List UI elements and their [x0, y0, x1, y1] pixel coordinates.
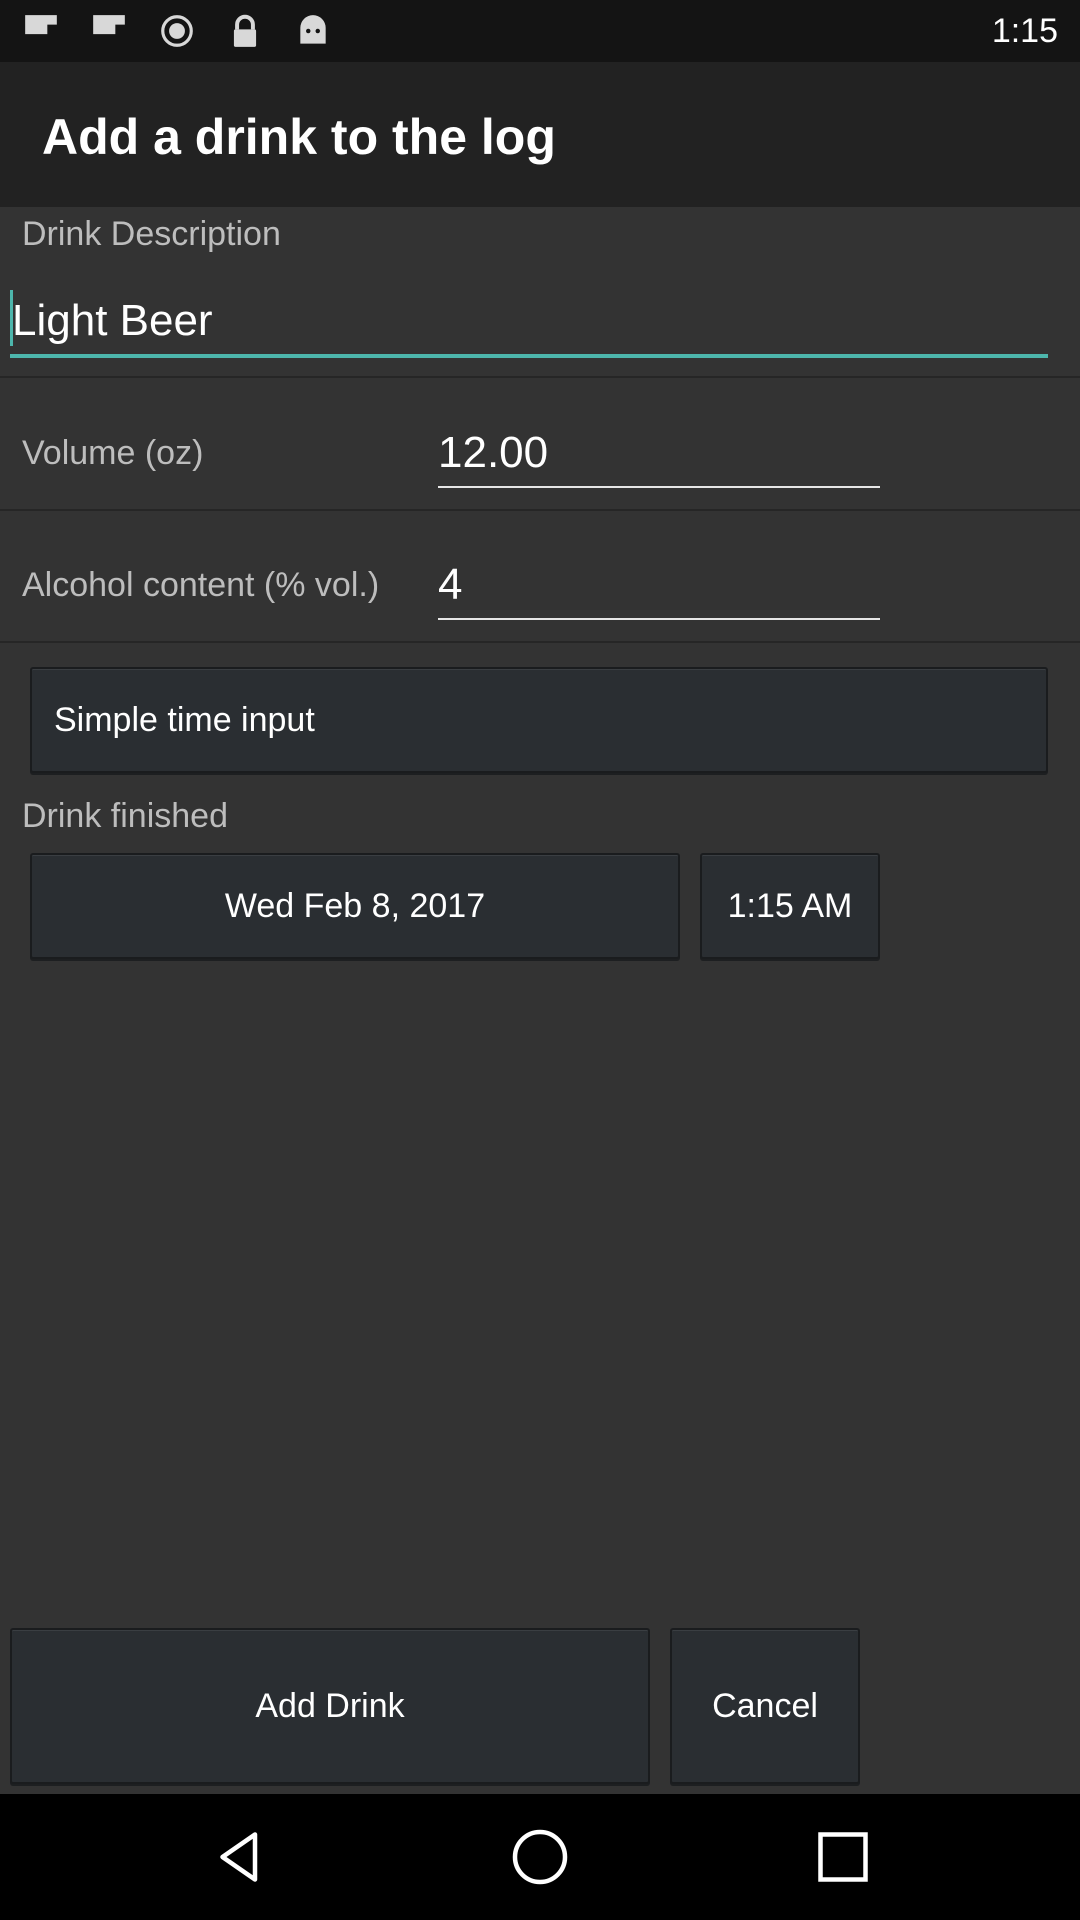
text-cursor: [10, 290, 13, 346]
volume-value: 12.00: [438, 428, 549, 477]
divider: [0, 641, 1080, 643]
alcohol-content-field[interactable]: 4: [438, 552, 880, 622]
app-bar: Add a drink to the log: [0, 62, 1080, 207]
volume-field[interactable]: 12.00: [438, 420, 880, 490]
add-drink-label: Add Drink: [255, 1686, 405, 1725]
simple-time-input-button[interactable]: Simple time input: [30, 667, 1048, 773]
page-title: Add a drink to the log: [42, 109, 556, 165]
status-icons: [22, 12, 332, 50]
alarm-icon: [161, 15, 193, 47]
date-value: Wed Feb 8, 2017: [224, 886, 486, 925]
alcohol-content-value: 4: [438, 560, 463, 609]
navigation-bar: [0, 1794, 1080, 1920]
simple-time-input-label: Simple time input: [54, 700, 315, 739]
cancel-button[interactable]: Cancel: [670, 1628, 860, 1784]
drink-description-value: Light Beer: [12, 296, 213, 345]
volume-underline: [438, 486, 880, 488]
add-drink-button[interactable]: Add Drink: [10, 1628, 650, 1784]
alcohol-content-label: Alcohol content (% vol.): [22, 566, 380, 604]
cancel-label: Cancel: [712, 1686, 818, 1725]
flipboard-icon: [25, 15, 57, 35]
drink-description-field[interactable]: Light Beer: [10, 282, 1048, 362]
status-bar: 1:15: [0, 0, 1080, 62]
drink-description-label: Drink Description: [22, 215, 281, 253]
home-icon[interactable]: [510, 1827, 570, 1887]
android-icon: [300, 15, 326, 44]
drink-finished-label: Drink finished: [22, 797, 228, 835]
time-value: 1:15 AM: [727, 886, 853, 925]
divider: [0, 509, 1080, 511]
date-picker-button[interactable]: Wed Feb 8, 2017: [30, 853, 680, 959]
lock-icon: [233, 14, 257, 47]
alcohol-underline: [438, 618, 880, 620]
status-time: 1:15: [991, 12, 1058, 50]
recents-icon[interactable]: [813, 1827, 873, 1887]
divider: [0, 376, 1080, 378]
time-picker-button[interactable]: 1:15 AM: [700, 853, 880, 959]
back-icon[interactable]: [210, 1827, 270, 1887]
description-underline: [10, 354, 1048, 358]
flipboard-icon: [93, 15, 125, 35]
volume-label: Volume (oz): [22, 434, 204, 472]
